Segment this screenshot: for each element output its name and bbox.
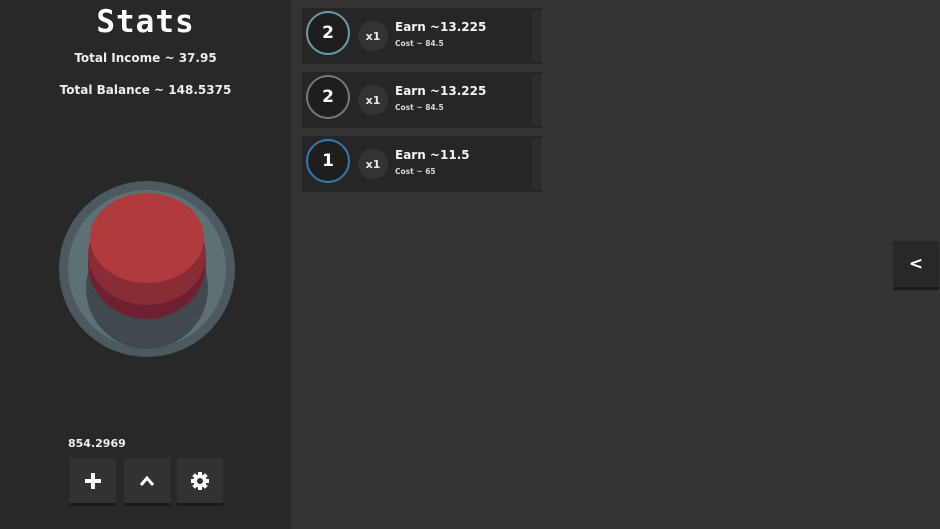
level-badge: 2 <box>306 11 350 55</box>
card-scrollbar[interactable] <box>532 139 542 189</box>
level-badge: 2 <box>306 75 350 119</box>
gear-icon <box>191 471 209 490</box>
click-counter: 854.2969 <box>68 437 126 450</box>
stats-title: Stats <box>96 4 195 40</box>
level-badge: 1 <box>306 139 350 183</box>
multiplier-button[interactable]: x1 <box>358 149 388 179</box>
upgrade-card[interactable]: 1 x1 Earn ~11.5 Cost ~ 65 <box>302 136 542 192</box>
cost-label: Cost ~ 84.5 <box>395 103 444 112</box>
cost-label: Cost ~ 84.5 <box>395 39 444 48</box>
earn-label: Earn ~11.5 <box>395 148 470 162</box>
upgrade-card[interactable]: 2 x1 Earn ~13.225 Cost ~ 84.5 <box>302 72 542 128</box>
total-income: Total Income ~ 37.95 <box>74 51 217 65</box>
card-scrollbar[interactable] <box>532 75 542 125</box>
cost-label: Cost ~ 65 <box>395 167 436 176</box>
card-scrollbar[interactable] <box>532 11 542 61</box>
chevron-left-icon: < <box>908 254 924 274</box>
earn-label: Earn ~13.225 <box>395 84 487 98</box>
game-screen: Stats Total Income ~ 37.95 Total Balance… <box>0 0 940 529</box>
add-button[interactable] <box>70 458 116 503</box>
plus-icon <box>85 472 101 489</box>
big-red-button[interactable] <box>59 181 235 357</box>
total-balance: Total Balance ~ 148.5375 <box>59 83 232 97</box>
chevron-up-icon <box>139 475 155 486</box>
collapse-panel-button[interactable]: < <box>893 241 939 287</box>
settings-button[interactable] <box>177 458 223 503</box>
earn-label: Earn ~13.225 <box>395 20 487 34</box>
multiplier-button[interactable]: x1 <box>358 85 388 115</box>
upgrade-button[interactable] <box>124 458 170 503</box>
upgrade-card[interactable]: 2 x1 Earn ~13.225 Cost ~ 84.5 <box>302 8 542 64</box>
big-red-button-icon <box>59 181 235 357</box>
stats-sidebar: Stats Total Income ~ 37.95 Total Balance… <box>0 0 291 529</box>
multiplier-button[interactable]: x1 <box>358 21 388 51</box>
